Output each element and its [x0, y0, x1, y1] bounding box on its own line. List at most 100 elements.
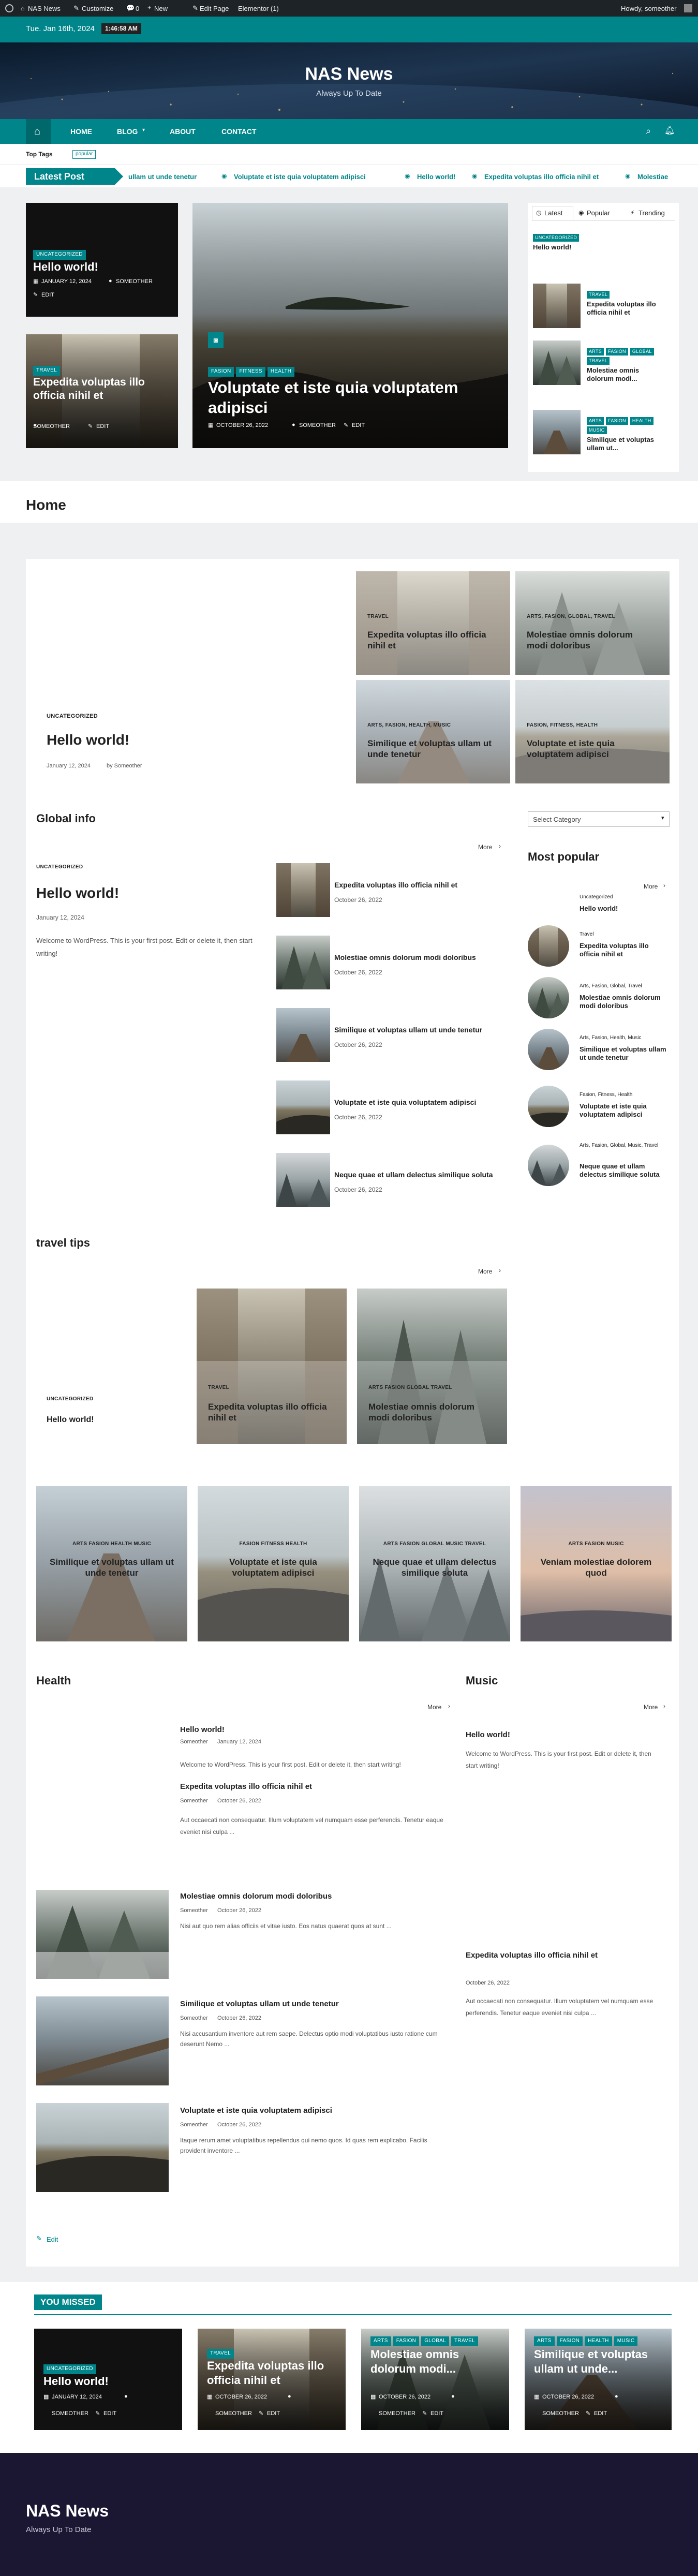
hero-left1-edit[interactable]: EDIT: [41, 292, 54, 299]
category-badge[interactable]: GLOBAL: [630, 348, 654, 356]
hero-left1-title[interactable]: Hello world!: [33, 260, 98, 274]
popular-thumb[interactable]: [528, 977, 569, 1018]
post-title[interactable]: Expedita voluptas illo officia nihil et: [466, 1951, 621, 1961]
ticker-item[interactable]: Hello world!: [417, 173, 455, 181]
hero-main-author[interactable]: SOMEOTHER: [299, 422, 336, 430]
health-thumb[interactable]: [36, 1890, 169, 1979]
featured-grid-card[interactable]: TRAVEL Expedita voluptas illo officia ni…: [356, 571, 510, 675]
side-post-title[interactable]: Molestiae omnis dolorum modi...: [587, 366, 664, 383]
popular-category[interactable]: Arts, Fasion, Global, Travel: [580, 983, 642, 990]
category-badge[interactable]: TRAVEL: [451, 2336, 478, 2346]
nav-item-blog[interactable]: BLOG: [117, 127, 138, 137]
post-author[interactable]: Someother: [180, 1907, 208, 1915]
post-author[interactable]: Someother: [180, 1739, 208, 1746]
hero-main-edit[interactable]: EDIT: [352, 422, 365, 430]
hero-main-card[interactable]: ◙ FASION FITNESS HEALTH Voluptate et iste …: [192, 203, 508, 448]
ticker-item[interactable]: Expedita voluptas illo officia nihil et: [484, 173, 599, 181]
travel-card-title[interactable]: Expedita voluptas illo officia nihil et: [208, 1401, 337, 1424]
list-thumb[interactable]: [276, 863, 330, 917]
nav-item-contact[interactable]: CONTACT: [221, 127, 256, 137]
site-title[interactable]: NAS News: [0, 63, 698, 85]
category-badge[interactable]: HEALTH: [630, 417, 654, 425]
missed-author[interactable]: SOMEOTHER: [370, 2410, 415, 2418]
missed-title[interactable]: Molestiae omnis dolorum modi...: [370, 2347, 505, 2376]
bell-icon[interactable]: 🔔︎: [664, 126, 675, 136]
ticker-item[interactable]: Voluptate et iste quia voluptatem adipis…: [234, 173, 366, 181]
admin-edit-page-link[interactable]: Edit Page: [200, 5, 229, 13]
popular-thumb[interactable]: [528, 1086, 569, 1127]
card-category[interactable]: FASION FITNESS HEALTH: [198, 1541, 349, 1548]
travel-card[interactable]: ARTS FASION GLOBAL TRAVEL Molestiae omni…: [357, 1289, 507, 1444]
popular-thumb[interactable]: [528, 925, 569, 967]
grid-category[interactable]: TRAVEL: [367, 614, 389, 620]
admin-howdy[interactable]: Howdy, someother: [621, 5, 676, 13]
health-thumb[interactable]: [36, 2103, 169, 2192]
more-link[interactable]: More: [478, 843, 492, 851]
featured-author[interactable]: by Someother: [107, 763, 142, 770]
admin-elementor-link[interactable]: Elementor (1): [238, 5, 279, 13]
card-title[interactable]: Voluptate et iste quia voluptatem adipis…: [208, 1557, 338, 1579]
side-post-title[interactable]: Similique et voluptas ullam ut...: [587, 436, 664, 453]
grid-post-card[interactable]: ARTS FASION GLOBAL MUSIC TRAVEL Neque qu…: [359, 1486, 510, 1641]
post-author[interactable]: Someother: [180, 2122, 208, 2129]
list-title[interactable]: Molestiae omnis dolorum modi doloribus: [334, 953, 476, 963]
category-badge[interactable]: MUSIC: [614, 2336, 638, 2346]
popular-title[interactable]: Neque quae et ullam delectus similique s…: [580, 1162, 667, 1179]
post-title[interactable]: Hello world!: [36, 884, 119, 902]
nav-item-about[interactable]: ABOUT: [170, 127, 196, 137]
category-badge[interactable]: MUSIC: [587, 426, 607, 435]
hero-left-card-2[interactable]: TRAVEL Expedita voluptas illo officia ni…: [26, 334, 178, 448]
travel-card-title[interactable]: Molestiae omnis dolorum modi doloribus: [368, 1401, 498, 1424]
list-title[interactable]: Voluptate et iste quia voluptatem adipis…: [334, 1098, 476, 1107]
missed-title[interactable]: Hello world!: [43, 2374, 178, 2389]
post-author[interactable]: Someother: [180, 1798, 208, 1805]
category-badge[interactable]: FASION: [606, 417, 628, 425]
category-badge[interactable]: ARTS: [370, 2336, 391, 2346]
post-title[interactable]: Hello world!: [180, 1725, 225, 1735]
popular-category[interactable]: Fasion, Fitness, Health: [580, 1092, 632, 1099]
grid-title[interactable]: Molestiae omnis dolorum modi doloribus: [527, 629, 656, 652]
list-title[interactable]: Similique et voluptas ullam ut unde tene…: [334, 1026, 482, 1035]
travel-card-category[interactable]: ARTS FASION GLOBAL TRAVEL: [368, 1385, 452, 1391]
grid-category[interactable]: ARTS, FASION, HEALTH, MUSIC: [367, 722, 451, 729]
list-thumb[interactable]: [276, 936, 330, 989]
missed-edit[interactable]: EDIT: [594, 2410, 607, 2418]
search-icon[interactable]: ⌕: [646, 125, 651, 137]
featured-grid-card[interactable]: ARTS, FASION, HEALTH, MUSIC Similique et…: [356, 680, 510, 783]
post-title[interactable]: Similique et voluptas ullam ut unde tene…: [180, 2000, 339, 2009]
admin-customize-link[interactable]: Customize: [82, 5, 113, 13]
admin-comments-count[interactable]: 0: [136, 5, 139, 13]
category-badge[interactable]: HEALTH: [585, 2336, 612, 2346]
grid-post-card[interactable]: ARTS FASION MUSIC Veniam molestiae dolor…: [521, 1486, 672, 1641]
popular-category[interactable]: Uncategorized: [580, 894, 613, 901]
featured-title[interactable]: Hello world!: [47, 731, 129, 749]
travel-card-category[interactable]: TRAVEL: [208, 1385, 229, 1391]
featured-category[interactable]: UNCATEGORIZED: [47, 713, 98, 720]
missed-edit[interactable]: EDIT: [267, 2410, 280, 2418]
category-badge[interactable]: HEALTH: [267, 367, 295, 377]
category-badge[interactable]: TRAVEL: [587, 357, 610, 365]
category-badge[interactable]: FASION: [208, 367, 234, 377]
popular-title[interactable]: Similique et voluptas ullam ut unde tene…: [580, 1045, 667, 1062]
side-post-thumb[interactable]: [533, 410, 581, 454]
category-badge[interactable]: UNCATEGORIZED: [33, 250, 86, 260]
grid-title[interactable]: Expedita voluptas illo officia nihil et: [367, 629, 497, 652]
hero-main-title[interactable]: Voluptate et iste quia voluptatem adipis…: [208, 378, 498, 418]
card-category[interactable]: ARTS FASION GLOBAL MUSIC TRAVEL: [359, 1541, 510, 1548]
post-title[interactable]: Molestiae omnis dolorum modi doloribus: [180, 1892, 332, 1902]
post-author[interactable]: Someother: [180, 2015, 208, 2022]
post-title[interactable]: Voluptate et iste quia voluptatem adipis…: [180, 2106, 332, 2116]
popular-thumb[interactable]: [528, 1145, 569, 1186]
side-post-title[interactable]: Hello world!: [533, 243, 571, 251]
category-badge[interactable]: TRAVEL: [207, 2349, 234, 2359]
wordpress-icon[interactable]: [5, 4, 13, 12]
list-title[interactable]: Neque quae et ullam delectus similique s…: [334, 1171, 493, 1180]
popular-category[interactable]: Arts, Fasion, Health, Music: [580, 1035, 641, 1042]
category-badge[interactable]: ARTS: [587, 348, 604, 356]
post-title[interactable]: Hello world!: [466, 1730, 510, 1740]
category-badge[interactable]: GLOBAL: [421, 2336, 450, 2346]
hero-left1-author[interactable]: SOMEOTHER: [116, 278, 153, 286]
missed-title[interactable]: Similique et voluptas ullam ut unde...: [534, 2347, 669, 2376]
missed-author[interactable]: SOMEOTHER: [534, 2410, 579, 2418]
popular-thumb[interactable]: [528, 1029, 569, 1070]
